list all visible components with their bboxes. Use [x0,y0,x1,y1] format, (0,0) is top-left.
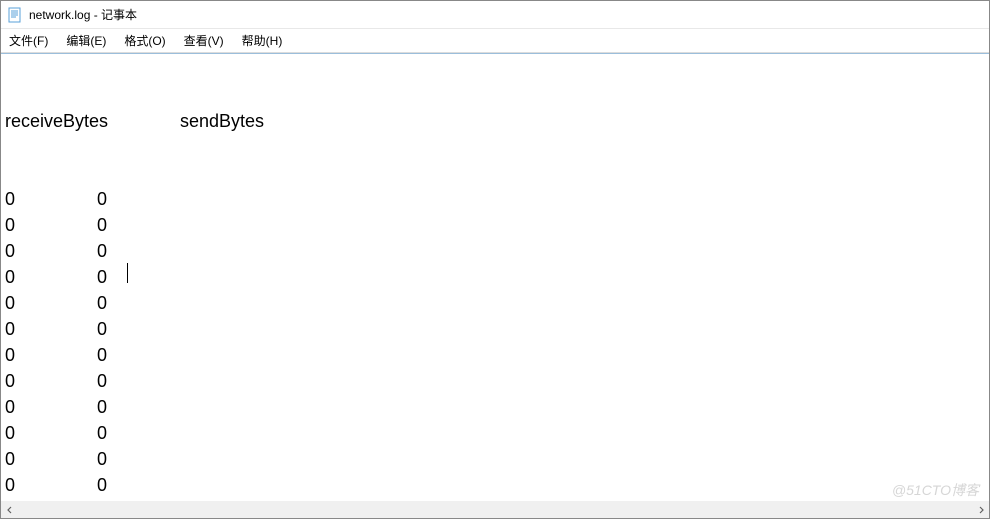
horizontal-scrollbar[interactable] [1,501,989,518]
cell-receive: 0 [5,472,97,498]
cell-send: 0 [97,368,127,394]
cell-receive: 0 [5,342,97,368]
data-row: 00 [5,368,987,394]
data-row: 00 [5,186,987,212]
scroll-right-icon[interactable] [972,501,989,518]
scroll-track[interactable] [18,501,972,518]
cell-send: 0 [97,342,127,368]
cell-receive: 0 [5,394,97,420]
cell-send: 0 [97,290,127,316]
data-row: 00 [5,264,987,290]
cell-send: 0 [97,472,127,498]
menubar: 文件(F) 编辑(E) 格式(O) 查看(V) 帮助(H) [1,29,989,53]
menu-format[interactable]: 格式(O) [122,30,167,51]
cell-receive: 0 [5,186,97,212]
cell-receive: 0 [5,238,97,264]
header-receive: receiveBytes [5,108,180,134]
cell-send: 0 [97,238,127,264]
menu-view[interactable]: 查看(V) [182,30,226,51]
menu-help[interactable]: 帮助(H) [240,30,285,51]
cell-receive: 0 [5,316,97,342]
header-row: receiveBytes sendBytes [5,108,987,134]
data-row: 00 [5,394,987,420]
cell-send: 0 [97,446,127,472]
cell-receive: 0 [5,420,97,446]
cell-receive: 0 [5,212,97,238]
data-row: 00 [5,212,987,238]
data-row: 00 [5,238,987,264]
data-row: 00 [5,420,987,446]
cell-send: 0 [97,186,127,212]
data-row: 00 [5,316,987,342]
watermark: @51CTO博客 [892,480,979,500]
cell-send: 0 [97,316,127,342]
cell-receive: 0 [5,446,97,472]
data-row: 00 [5,446,987,472]
header-send: sendBytes [180,108,264,134]
data-row: 00 [5,472,987,498]
notepad-icon [7,7,23,23]
text-content-area[interactable]: receiveBytes sendBytes 00000000000000000… [1,53,989,518]
menu-edit[interactable]: 编辑(E) [64,30,108,51]
text-body[interactable]: receiveBytes sendBytes 00000000000000000… [1,54,989,518]
notepad-window: network.log - 记事本 文件(F) 编辑(E) 格式(O) 查看(V… [0,0,990,519]
cell-receive: 0 [5,264,97,290]
menu-file[interactable]: 文件(F) [7,30,50,51]
cell-send: 0 [97,394,127,420]
text-caret [127,263,128,283]
window-title: network.log - 记事本 [29,6,137,23]
scroll-left-icon[interactable] [1,501,18,518]
cell-send: 0 [97,212,127,238]
cell-send: 0 [97,420,127,446]
cell-send: 0 [97,264,127,290]
data-row: 00 [5,342,987,368]
data-row: 00 [5,290,987,316]
cell-receive: 0 [5,368,97,394]
cell-receive: 0 [5,290,97,316]
titlebar: network.log - 记事本 [1,1,989,29]
